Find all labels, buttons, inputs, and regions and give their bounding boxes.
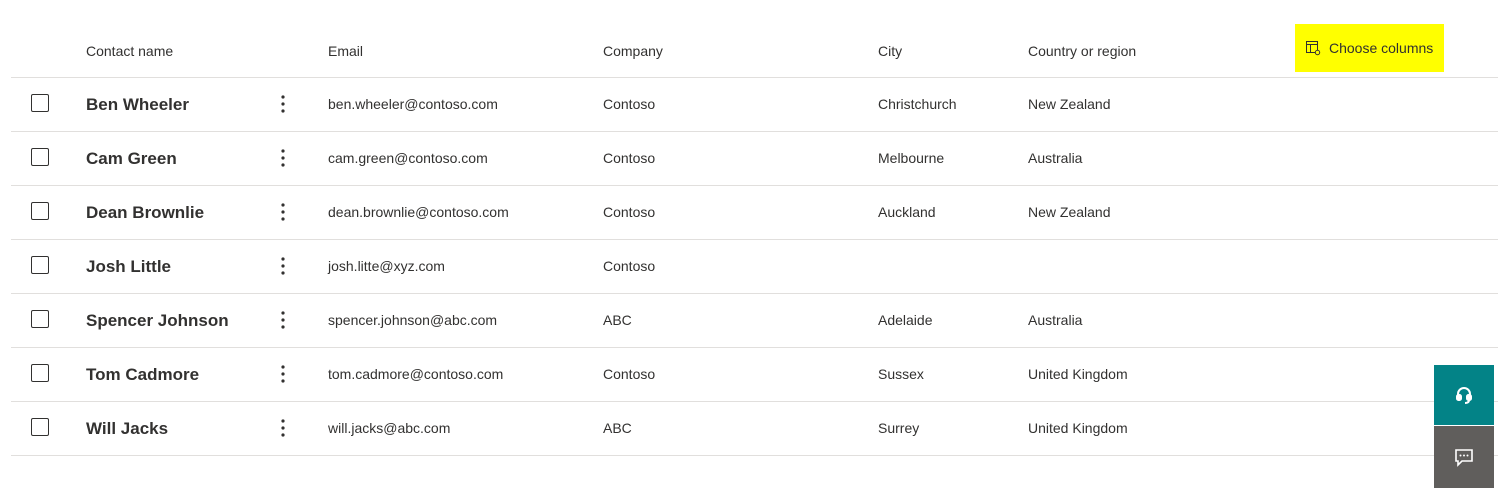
city-cell: Melbourne — [878, 150, 945, 166]
column-header-company[interactable]: Company — [603, 25, 663, 77]
city-cell: Adelaide — [878, 312, 933, 328]
support-button[interactable] — [1434, 365, 1494, 425]
row-more-button[interactable] — [273, 91, 293, 117]
company-cell: Contoso — [603, 258, 656, 274]
choose-columns-label: Choose columns — [1329, 40, 1434, 56]
more-vertical-icon — [281, 311, 285, 329]
contact-name-link[interactable]: Josh Little — [86, 240, 171, 293]
row-checkbox[interactable] — [31, 202, 49, 220]
company-cell: Contoso — [603, 150, 656, 166]
email-cell: dean.brownlie@contoso.com — [328, 204, 509, 220]
table-row[interactable]: Spencer Johnson spencer.johnson@abc.com AB… — [11, 294, 1498, 348]
company-cell: ABC — [603, 312, 632, 328]
contact-name-link[interactable]: Will Jacks — [86, 402, 168, 455]
email-cell: will.jacks@abc.com — [328, 420, 451, 436]
table-row[interactable]: Tom Cadmore tom.cadmore@contoso.com Contos… — [11, 348, 1498, 402]
country-cell: New Zealand — [1028, 96, 1111, 112]
more-vertical-icon — [281, 419, 285, 437]
feedback-button[interactable] — [1434, 426, 1494, 488]
email-cell: spencer.johnson@abc.com — [328, 312, 498, 328]
contacts-grid: Contact name Email Company City Country … — [11, 24, 1498, 456]
contact-name-link[interactable]: Ben Wheeler — [86, 78, 189, 131]
city-cell: Surrey — [878, 420, 920, 436]
table-row[interactable]: Will Jacks will.jacks@abc.com ABC Surrey Uni… — [11, 402, 1498, 456]
row-checkbox[interactable] — [31, 94, 49, 112]
table-row[interactable]: Ben Wheeler ben.wheeler@contoso.com Contos… — [11, 78, 1498, 132]
email-cell: ben.wheeler@contoso.com — [328, 96, 498, 112]
row-checkbox[interactable] — [31, 364, 49, 382]
company-cell: Contoso — [603, 204, 656, 220]
feedback-icon — [1453, 446, 1475, 468]
row-more-button[interactable] — [273, 361, 293, 387]
contact-name-link[interactable]: Cam Green — [86, 132, 177, 185]
row-checkbox[interactable] — [31, 310, 49, 328]
country-cell: Australia — [1028, 150, 1083, 166]
row-more-button[interactable] — [273, 415, 293, 441]
row-more-button[interactable] — [273, 253, 293, 279]
city-cell: Sussex — [878, 366, 924, 382]
more-vertical-icon — [281, 149, 285, 167]
row-more-button[interactable] — [273, 199, 293, 225]
column-header-city[interactable]: City — [878, 25, 902, 77]
row-checkbox[interactable] — [31, 418, 49, 436]
company-cell: Contoso — [603, 366, 656, 382]
column-options-icon — [1305, 40, 1321, 56]
row-more-button[interactable] — [273, 307, 293, 333]
column-header-country[interactable]: Country or region — [1028, 25, 1136, 77]
city-cell: Christchurch — [878, 96, 957, 112]
row-more-button[interactable] — [273, 145, 293, 171]
grid-body: Ben Wheeler ben.wheeler@contoso.com Contos… — [11, 78, 1498, 456]
table-row[interactable]: Cam Green cam.green@contoso.com Contoso Mel… — [11, 132, 1498, 186]
email-cell: tom.cadmore@contoso.com — [328, 366, 504, 382]
company-cell: ABC — [603, 420, 632, 436]
country-cell: Australia — [1028, 312, 1083, 328]
more-vertical-icon — [281, 365, 285, 383]
table-row[interactable]: Dean Brownlie dean.brownlie@contoso.com Co… — [11, 186, 1498, 240]
contact-name-link[interactable]: Spencer Johnson — [86, 294, 229, 347]
city-cell: Auckland — [878, 204, 936, 220]
email-cell: cam.green@contoso.com — [328, 150, 488, 166]
row-checkbox[interactable] — [31, 256, 49, 274]
column-header-email[interactable]: Email — [328, 25, 363, 77]
company-cell: Contoso — [603, 96, 656, 112]
more-vertical-icon — [281, 95, 285, 113]
country-cell: New Zealand — [1028, 204, 1111, 220]
contact-name-link[interactable]: Tom Cadmore — [86, 348, 199, 401]
choose-columns-button[interactable]: Choose columns — [1295, 24, 1444, 72]
country-cell: United Kingdom — [1028, 420, 1128, 436]
row-checkbox[interactable] — [31, 148, 49, 166]
contact-name-link[interactable]: Dean Brownlie — [86, 186, 204, 239]
email-cell: josh.litte@xyz.com — [328, 258, 445, 274]
column-header-contact-name[interactable]: Contact name — [86, 25, 173, 77]
country-cell: United Kingdom — [1028, 366, 1128, 382]
more-vertical-icon — [281, 203, 285, 221]
grid-header: Contact name Email Company City Country … — [11, 24, 1498, 78]
more-vertical-icon — [281, 257, 285, 275]
table-row[interactable]: Josh Little josh.litte@xyz.com Contoso — [11, 240, 1498, 294]
headset-icon — [1454, 385, 1474, 405]
